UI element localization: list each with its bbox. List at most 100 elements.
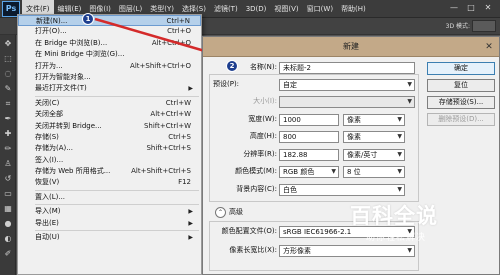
advanced-label: 高级 bbox=[229, 208, 243, 216]
height-unit-select[interactable]: 像素 ▼ bbox=[343, 131, 405, 143]
ok-button[interactable]: 确定 bbox=[427, 62, 495, 75]
chevron-down-icon: ▼ bbox=[407, 98, 412, 105]
chevron-down-icon: ▼ bbox=[397, 116, 402, 123]
bit-depth-select[interactable]: 8 位 ▼ bbox=[343, 166, 405, 178]
mode-3d-select[interactable] bbox=[472, 20, 496, 32]
resolution-input[interactable]: 182.88 bbox=[279, 149, 339, 161]
file-menu-item-label: 存储(S) bbox=[35, 132, 59, 141]
height-input[interactable]: 800 bbox=[279, 131, 339, 143]
healing-tool-icon[interactable]: ✚ bbox=[2, 128, 14, 140]
menu-filter[interactable]: 滤镜(T) bbox=[210, 0, 242, 18]
file-menu-item-label: 最近打开文件(T) bbox=[35, 84, 87, 93]
maximize-button[interactable]: □ bbox=[463, 1, 479, 15]
width-unit-select[interactable]: 像素 ▼ bbox=[343, 114, 405, 126]
file-menu-item[interactable]: 关闭(C) Ctrl+W bbox=[18, 98, 201, 109]
move-tool-icon[interactable]: ✥ bbox=[2, 38, 14, 50]
file-menu-item[interactable]: 打开(O)... Ctrl+O bbox=[18, 26, 201, 37]
brush-tool-icon[interactable]: ✏ bbox=[2, 143, 14, 155]
file-menu-item[interactable]: 恢复(V) F12 bbox=[18, 177, 201, 188]
background-select[interactable]: 白色 ▼ bbox=[279, 184, 405, 196]
save-preset-button[interactable]: 存储预设(S)... bbox=[427, 96, 495, 109]
name-label: 名称(N): bbox=[249, 63, 277, 71]
file-menu-item[interactable]: 关闭并转到 Bridge... Shift+Ctrl+W bbox=[18, 121, 201, 132]
pen-tool-icon[interactable]: ✐ bbox=[2, 248, 14, 260]
resolution-unit: 像素/英寸 bbox=[347, 151, 378, 159]
file-menu-item[interactable]: 在 Bridge 中浏览(B)... Alt+Ctrl+O bbox=[18, 38, 201, 49]
width-input[interactable]: 1000 bbox=[279, 114, 339, 126]
minimize-button[interactable]: — bbox=[446, 1, 462, 15]
file-menu-item[interactable]: 签入(I)... bbox=[18, 155, 201, 166]
pixel-aspect-label: 像素长宽比(X): bbox=[229, 246, 277, 254]
menu-separator bbox=[35, 204, 199, 206]
background-value: 白色 bbox=[283, 186, 297, 194]
chevron-down-icon: ▼ bbox=[407, 81, 412, 88]
eraser-tool-icon[interactable]: ▭ bbox=[2, 188, 14, 200]
advanced-toggle-icon[interactable]: ⌃ bbox=[215, 207, 226, 218]
lasso-tool-icon[interactable]: ◌ bbox=[2, 68, 14, 80]
menu-window[interactable]: 窗口(W) bbox=[303, 0, 337, 18]
menu-separator bbox=[35, 189, 199, 191]
quick-select-tool-icon[interactable]: ✎ bbox=[2, 83, 14, 95]
reset-button[interactable]: 复位 bbox=[427, 79, 495, 92]
file-menu-item[interactable]: 在 Mini Bridge 中浏览(G)... bbox=[18, 49, 201, 60]
menu-view[interactable]: 视图(V) bbox=[270, 0, 302, 18]
chevron-down-icon: ▼ bbox=[397, 151, 402, 158]
profile-value: sRGB IEC61966-2.1 bbox=[283, 228, 352, 236]
size-select[interactable]: ▼ bbox=[279, 96, 415, 108]
file-menu-item[interactable]: 导出(E) ▶ bbox=[18, 218, 201, 229]
file-menu-item[interactable]: 存储为(A)... Shift+Ctrl+S bbox=[18, 143, 201, 154]
dodge-tool-icon[interactable]: ◐ bbox=[2, 233, 14, 245]
pixel-aspect-select[interactable]: 方形像素 ▼ bbox=[279, 245, 415, 257]
menu-help[interactable]: 帮助(H) bbox=[337, 0, 370, 18]
delete-preset-button[interactable]: 删除预设(D)... bbox=[427, 113, 495, 126]
mode-3d-label: 3D 模式: bbox=[445, 23, 470, 30]
file-menu-item-shortcut: F12 bbox=[178, 178, 191, 187]
history-brush-tool-icon[interactable]: ↺ bbox=[2, 173, 14, 185]
chevron-down-icon: ▼ bbox=[407, 247, 412, 254]
name-input[interactable]: 未标题-2 bbox=[279, 62, 415, 74]
stamp-tool-icon[interactable]: ♙ bbox=[2, 158, 14, 170]
color-mode-label: 颜色模式(M): bbox=[235, 167, 277, 175]
menu-separator bbox=[35, 230, 199, 232]
resolution-unit-select[interactable]: 像素/英寸 ▼ bbox=[343, 149, 405, 161]
bit-depth-value: 8 位 bbox=[347, 168, 361, 176]
chevron-down-icon: ▼ bbox=[397, 133, 402, 140]
file-menu-item-shortcut: Shift+Ctrl+S bbox=[146, 144, 191, 153]
file-menu-item[interactable]: 自动(U) ▶ bbox=[18, 232, 201, 243]
file-menu-item-label: 在 Bridge 中浏览(B)... bbox=[35, 38, 108, 47]
dialog-title: 新建 bbox=[203, 37, 499, 57]
marquee-tool-icon[interactable]: ⬚ bbox=[2, 53, 14, 65]
preset-select[interactable]: 自定 ▼ bbox=[279, 79, 415, 91]
file-menu-item[interactable]: 最近打开文件(T) ▶ bbox=[18, 83, 201, 94]
file-menu-item[interactable]: 存储(S) Ctrl+S bbox=[18, 132, 201, 143]
close-window-button[interactable]: ✕ bbox=[480, 1, 496, 15]
file-menu-item[interactable]: 导入(M) ▶ bbox=[18, 206, 201, 217]
color-mode-select[interactable]: RGB 颜色 ▼ bbox=[279, 166, 339, 178]
eyedropper-tool-icon[interactable]: ✒ bbox=[2, 113, 14, 125]
file-menu-item[interactable]: 关闭全部 Alt+Ctrl+W bbox=[18, 109, 201, 120]
file-menu-item-shortcut: Ctrl+W bbox=[165, 98, 191, 107]
profile-label: 颜色配置文件(O): bbox=[221, 227, 277, 235]
crop-tool-icon[interactable]: ⌗ bbox=[2, 98, 14, 110]
menu-3d[interactable]: 3D(D) bbox=[242, 0, 271, 18]
new-document-dialog: 新建 ✕ 名称(N): 未标题-2 预设(P): 自定 ▼ 大小(I): ▼ 宽度… bbox=[202, 36, 500, 275]
background-label: 背景内容(C): bbox=[236, 185, 277, 193]
dialog-close-icon[interactable]: ✕ bbox=[483, 41, 495, 53]
width-unit: 像素 bbox=[347, 116, 361, 124]
file-menu-item-label: 存储为(A)... bbox=[35, 144, 73, 153]
file-menu-item-label: 导入(M) bbox=[35, 207, 61, 216]
submenu-arrow-icon: ▶ bbox=[188, 219, 193, 227]
file-menu-item[interactable]: 新建(N)... Ctrl+N bbox=[18, 15, 201, 27]
submenu-arrow-icon: ▶ bbox=[188, 234, 193, 242]
gradient-tool-icon[interactable]: ▦ bbox=[2, 203, 14, 215]
file-menu-item-shortcut: Alt+Shift+Ctrl+O bbox=[130, 61, 191, 70]
file-menu-item-shortcut: Ctrl+O bbox=[167, 27, 191, 36]
file-menu-item-label: 置入(L)... bbox=[35, 192, 66, 201]
file-menu-item[interactable]: 打开为... Alt+Shift+Ctrl+O bbox=[18, 61, 201, 72]
file-menu-item[interactable]: 打开为智能对象... bbox=[18, 72, 201, 83]
pixel-aspect-value: 方形像素 bbox=[283, 247, 311, 255]
file-menu-item[interactable]: 存储为 Web 所用格式... Alt+Shift+Ctrl+S bbox=[18, 166, 201, 177]
file-menu-item-label: 打开为... bbox=[35, 61, 63, 70]
blur-tool-icon[interactable]: ● bbox=[2, 218, 14, 230]
file-menu-item[interactable]: 置入(L)... bbox=[18, 192, 201, 203]
